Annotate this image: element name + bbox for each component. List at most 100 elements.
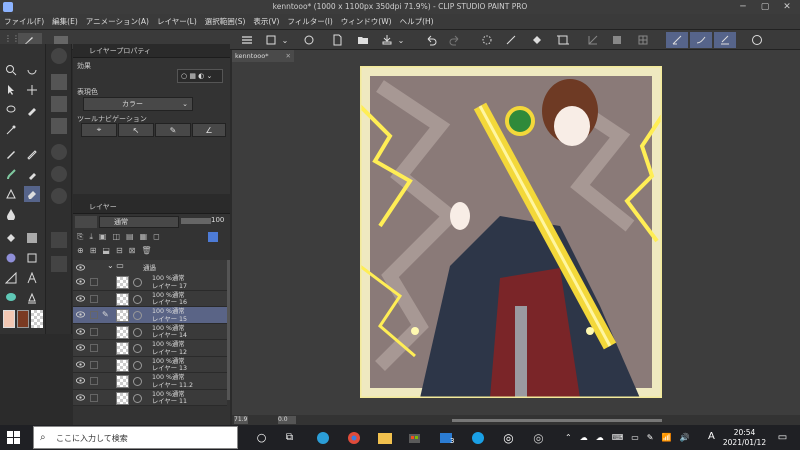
menu-select[interactable]: 選択範囲(S) bbox=[201, 14, 250, 30]
mail-icon[interactable]: 3 bbox=[438, 429, 455, 446]
figure-tool-icon[interactable] bbox=[3, 250, 19, 266]
color-mode-select[interactable]: カラー ⌄ bbox=[83, 97, 193, 111]
layer-tab[interactable]: レイヤー bbox=[73, 200, 230, 214]
new-file-icon[interactable] bbox=[328, 32, 346, 48]
windows-start-icon[interactable] bbox=[5, 429, 22, 446]
gradient-tool-icon[interactable] bbox=[24, 230, 40, 246]
layer-row[interactable]: 100 %通常 レイヤー 13 bbox=[73, 356, 227, 373]
pencil-tool-icon[interactable] bbox=[24, 146, 40, 162]
edge-icon[interactable] bbox=[314, 429, 331, 446]
zoom-tool-icon[interactable] bbox=[3, 62, 19, 78]
eye-icon[interactable] bbox=[76, 377, 85, 384]
eye-icon[interactable] bbox=[76, 360, 85, 368]
eye-icon[interactable] bbox=[76, 311, 85, 318]
lasso-tool-icon[interactable] bbox=[3, 102, 19, 118]
brush-tool-icon[interactable] bbox=[3, 166, 19, 182]
blend-mode-select[interactable]: 通常 bbox=[99, 216, 179, 228]
layer-color-button[interactable] bbox=[75, 216, 97, 228]
new-icon[interactable] bbox=[262, 32, 280, 48]
deselect-icon[interactable] bbox=[478, 32, 496, 48]
layer-row[interactable]: 100 %通常 レイヤー 16 bbox=[73, 290, 227, 307]
frame-tool-icon[interactable] bbox=[24, 250, 40, 266]
clock-date[interactable]: 2021/01/12 bbox=[722, 438, 767, 447]
operation-tool-icon[interactable] bbox=[3, 82, 19, 98]
artwork-canvas[interactable] bbox=[360, 66, 662, 398]
subtool-icon-3[interactable] bbox=[51, 96, 67, 112]
layer-row[interactable]: 100 %通常 レイヤー 11.2 bbox=[73, 373, 227, 390]
menu-animation[interactable]: アニメーション(A) bbox=[82, 14, 153, 30]
opacity-slider[interactable] bbox=[181, 218, 211, 224]
layer-row[interactable]: 100 %通常 レイヤー 14 bbox=[73, 323, 227, 340]
taskbar-search[interactable]: ⌕ ここに入力して検索 bbox=[33, 426, 238, 449]
layer-select-checkbox[interactable] bbox=[90, 377, 98, 385]
open-folder-icon[interactable] bbox=[354, 32, 372, 48]
menu-file[interactable]: ファイル(F) bbox=[0, 14, 48, 30]
layer-select-checkbox[interactable] bbox=[90, 393, 98, 402]
canvas-area[interactable] bbox=[232, 50, 800, 425]
ime-indicator[interactable]: A bbox=[708, 431, 715, 442]
layer-select-checkbox[interactable] bbox=[90, 327, 98, 336]
text-tool-icon[interactable] bbox=[24, 270, 40, 286]
help-icon[interactable] bbox=[748, 32, 766, 48]
airbrush-tool-icon[interactable] bbox=[24, 166, 40, 182]
minimize-button[interactable]: ─ bbox=[735, 1, 751, 13]
clear-icon[interactable] bbox=[502, 32, 520, 48]
fill-tool-icon[interactable] bbox=[3, 230, 19, 246]
layer-select-checkbox[interactable] bbox=[90, 360, 98, 369]
menu-icon[interactable] bbox=[238, 32, 256, 48]
eye-icon[interactable] bbox=[76, 264, 85, 271]
menu-edit[interactable]: 編集(E) bbox=[48, 14, 82, 30]
transparent-color-swatch[interactable] bbox=[31, 310, 43, 328]
rotation-value[interactable]: 0.0 bbox=[278, 416, 296, 424]
document-tab[interactable]: kenntooo* ✕ bbox=[232, 50, 294, 62]
nav-button-3[interactable]: ✎ bbox=[155, 123, 191, 137]
layer-scrollbar[interactable] bbox=[227, 260, 230, 400]
cortana-icon[interactable]: ○ bbox=[253, 429, 270, 446]
stabilize-2-icon[interactable] bbox=[690, 32, 712, 48]
subtool-icon-4[interactable] bbox=[51, 118, 67, 134]
zoom-value[interactable]: 71.9 bbox=[234, 416, 248, 424]
task-view-icon[interactable]: ⧉ bbox=[281, 429, 298, 446]
layer-action-icons[interactable]: ⊕⊞⬓⊟⊠🗑 bbox=[77, 246, 227, 258]
store-icon[interactable] bbox=[406, 429, 423, 446]
layer-row[interactable]: ✎ 100 %通常 レイヤー 15 bbox=[73, 307, 227, 324]
stabilize-3-icon[interactable] bbox=[714, 32, 736, 48]
snap-ruler-icon[interactable] bbox=[584, 32, 602, 48]
layer-property-tab[interactable]: レイヤープロパティ bbox=[73, 44, 230, 58]
layer-row[interactable]: 100 %通常 レイヤー 17 bbox=[73, 274, 227, 291]
stabilize-1-icon[interactable] bbox=[666, 32, 688, 48]
maximize-button[interactable]: ▢ bbox=[757, 1, 773, 13]
chrome-icon[interactable] bbox=[345, 429, 362, 446]
eye-icon[interactable] bbox=[76, 278, 85, 285]
blend-tool-icon[interactable] bbox=[3, 206, 19, 222]
system-tray-icons[interactable]: ⌃☁☁⌨▭✎📶🔊 bbox=[565, 433, 697, 442]
layer-select-checkbox[interactable] bbox=[90, 344, 98, 352]
magic-wand-tool-icon[interactable] bbox=[3, 122, 19, 138]
skype-icon[interactable] bbox=[469, 429, 486, 446]
snap-grid-icon[interactable] bbox=[634, 32, 652, 48]
subtool-tab[interactable] bbox=[54, 36, 68, 44]
opacity-value[interactable]: 100 bbox=[211, 216, 224, 224]
layer-row[interactable]: 100 %通常 レイヤー 12 bbox=[73, 340, 227, 357]
chevron-down-icon[interactable]: ⌄ bbox=[396, 32, 406, 48]
nav-button-1[interactable]: ⌖ bbox=[81, 123, 117, 137]
menu-window[interactable]: ウィンドウ(W) bbox=[337, 14, 396, 30]
folder-toggle-icon[interactable]: ⌄ ▭ bbox=[107, 261, 124, 270]
redo-icon[interactable] bbox=[446, 32, 464, 48]
clip-studio-taskbar-icon[interactable]: ◎ bbox=[500, 429, 517, 446]
decoration-tool-icon[interactable] bbox=[3, 186, 19, 202]
menu-filter[interactable]: フィルター(I) bbox=[283, 14, 336, 30]
effect-buttons[interactable]: ○ ▦ ◐ ⌄ bbox=[177, 69, 223, 83]
clip-studio-paint-taskbar-icon[interactable]: ◎ bbox=[530, 429, 547, 446]
fill-icon[interactable] bbox=[528, 32, 546, 48]
nav-button-2[interactable]: ↖ bbox=[118, 123, 154, 137]
main-color-swatch[interactable] bbox=[3, 310, 15, 328]
eye-icon[interactable] bbox=[76, 327, 85, 335]
eye-icon[interactable] bbox=[76, 294, 85, 302]
eye-icon[interactable] bbox=[76, 344, 85, 351]
subtool-icon-6[interactable] bbox=[51, 166, 67, 182]
layer-row[interactable]: 100 %通常 レイヤー 11 bbox=[73, 389, 227, 406]
menu-help[interactable]: ヘルプ(H) bbox=[396, 14, 438, 30]
clock-time[interactable]: 20:54 bbox=[722, 428, 767, 437]
layer-select-checkbox[interactable] bbox=[90, 311, 98, 319]
